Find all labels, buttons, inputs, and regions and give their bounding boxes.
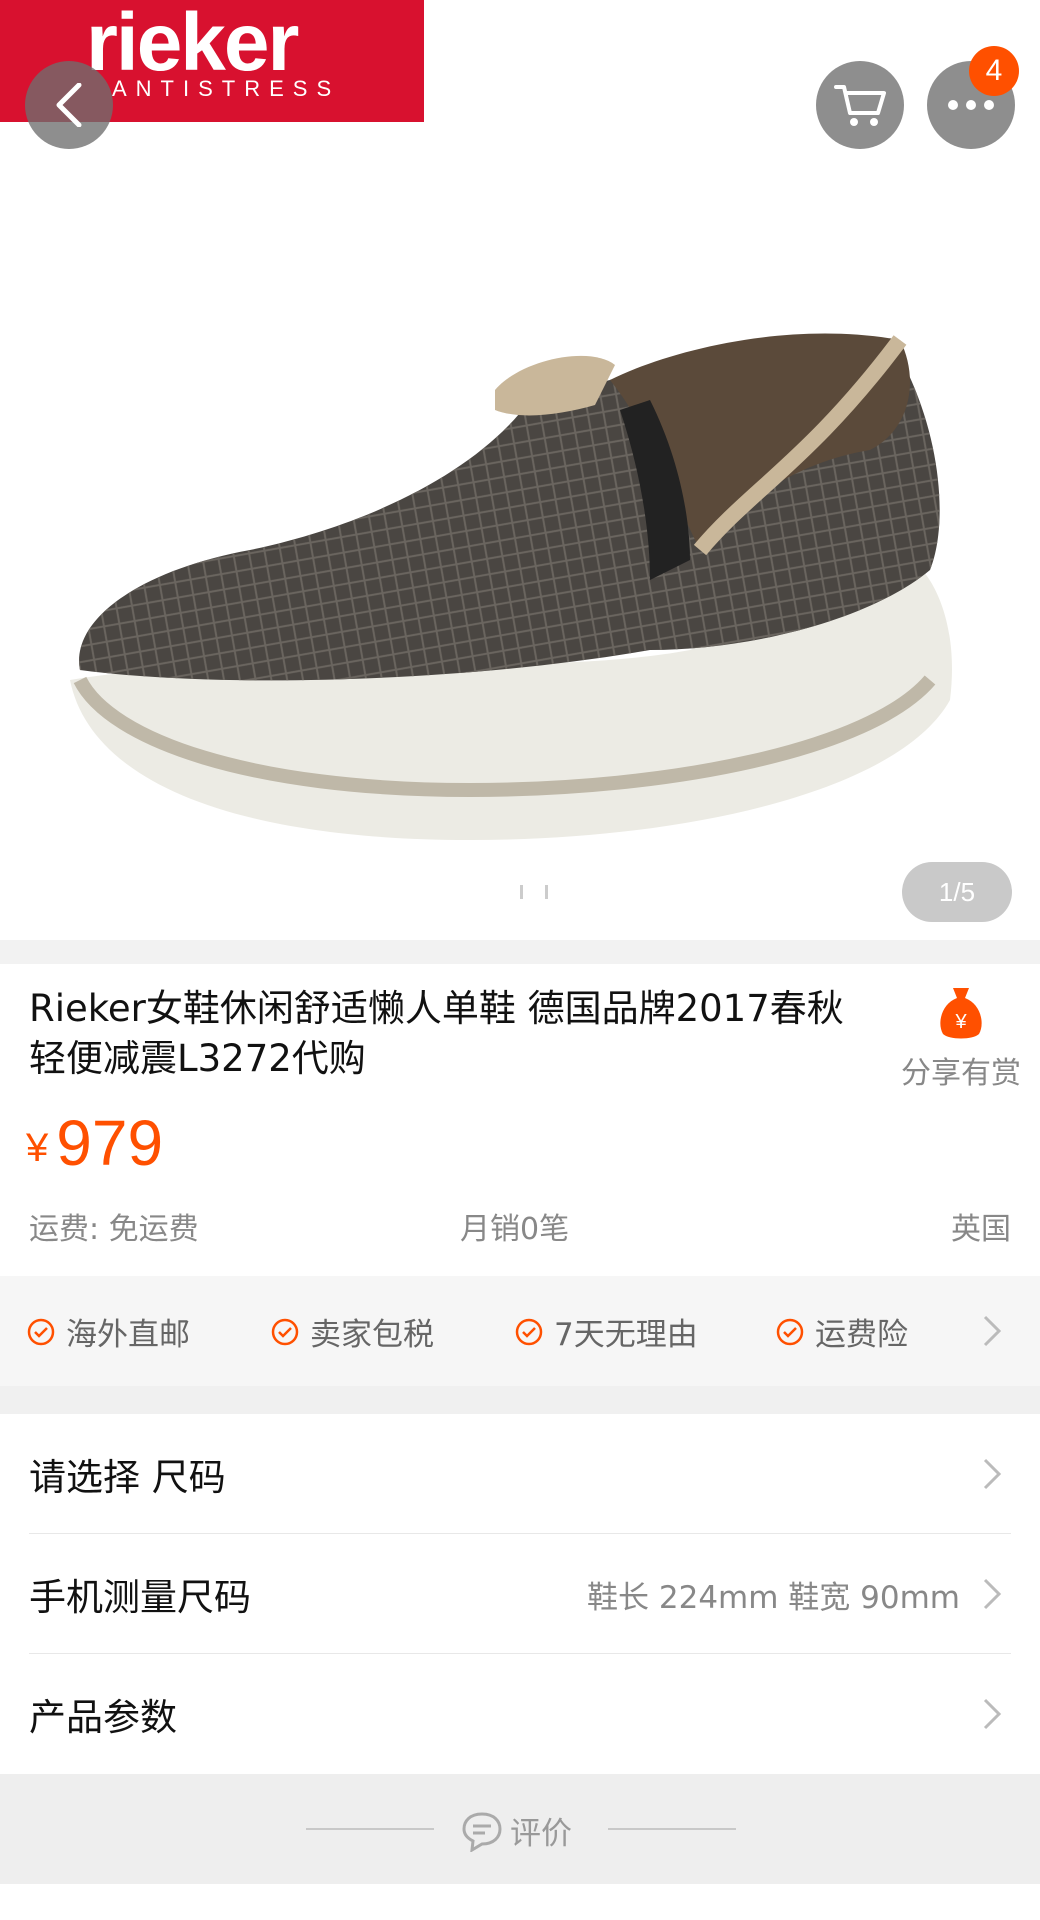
chevron-right-icon (983, 1315, 1002, 1347)
product-meta: 运费: 免运费 月销0笔 英国 (0, 1204, 1040, 1254)
back-button[interactable] (25, 61, 113, 149)
brand-name: rieker (86, 0, 299, 88)
monthly-sales: 月销0笔 (460, 1212, 570, 1247)
notification-badge: 4 (969, 46, 1019, 96)
select-size-row[interactable]: 请选择 尺码 (0, 1414, 1040, 1534)
product-title: Rieker女鞋休闲舒适懒人单鞋 德国品牌2017春秋轻便减震L3272代购 (29, 987, 844, 1080)
chevron-right-icon (983, 1698, 1002, 1730)
service-label: 卖家包税 (310, 1317, 434, 1353)
brand-tagline: ANTISTRESS (112, 76, 341, 101)
shipping-fee: 运费: 免运费 (29, 1212, 199, 1247)
more-icon (948, 100, 994, 110)
measure-size-row[interactable]: 手机测量尺码 鞋长 224mm 鞋宽 90mm (0, 1534, 1040, 1654)
divider (0, 940, 1040, 964)
price-currency: ¥ (26, 1126, 49, 1170)
page-bottom (0, 1884, 1040, 1920)
product-info: Rieker女鞋休闲舒适懒人单鞋 德国品牌2017春秋轻便减震L3272代购 ¥… (0, 964, 1040, 1276)
price-value: 979 (56, 1107, 164, 1179)
product-photo (70, 333, 952, 840)
service-item: 卖家包税 (270, 1309, 434, 1354)
chevron-right-icon (983, 1578, 1002, 1610)
divider (608, 1828, 736, 1830)
gallery-dots (520, 884, 570, 903)
share-button[interactable]: ¥ 分享有赏 (886, 984, 1036, 1092)
ship-origin: 英国 (951, 1212, 1011, 1247)
service-guarantees[interactable]: 海外直邮 卖家包税 7天无理由 运费险 (0, 1276, 1040, 1386)
review-heading: 评价 (460, 1808, 572, 1853)
share-label: 分享有赏 (901, 1056, 1021, 1091)
product-params-row[interactable]: 产品参数 (0, 1654, 1040, 1774)
service-label: 7天无理由 (554, 1317, 698, 1353)
service-item: 运费险 (775, 1309, 908, 1354)
product-image-gallery[interactable]: rieker ANTISTRESS 4 1/5 (0, 0, 1040, 960)
check-circle-icon (515, 1318, 543, 1345)
chevron-right-icon (983, 1458, 1002, 1490)
row-label: 请选择 尺码 (29, 1456, 226, 1499)
review-section-header[interactable]: 评价 (0, 1774, 1040, 1884)
back-icon (56, 83, 82, 127)
section-gap (0, 1386, 1040, 1414)
row-value: 鞋长 224mm 鞋宽 90mm (587, 1579, 960, 1616)
service-item: 7天无理由 (514, 1309, 698, 1354)
service-label: 运费险 (815, 1317, 908, 1353)
share-bag-icon: ¥ (940, 988, 982, 1039)
cart-button[interactable] (816, 61, 904, 149)
check-circle-icon (271, 1318, 299, 1345)
service-label: 海外直邮 (66, 1317, 190, 1353)
row-label: 手机测量尺码 (29, 1576, 251, 1619)
row-label: 产品参数 (29, 1696, 177, 1739)
review-label: 评价 (510, 1816, 572, 1852)
cart-icon (834, 85, 886, 126)
comment-icon (462, 1811, 502, 1852)
service-item: 海外直邮 (26, 1309, 190, 1354)
divider (306, 1828, 434, 1830)
svg-text:¥: ¥ (954, 1011, 967, 1033)
product-page: rieker ANTISTRESS 4 1/5 Rieker女鞋休闲舒适懒人单鞋… (0, 0, 1040, 1920)
option-list: 请选择 尺码 手机测量尺码 鞋长 224mm 鞋宽 90mm 产品参数 (0, 1414, 1040, 1774)
check-circle-icon (776, 1318, 804, 1345)
price: ¥979 (26, 1106, 163, 1180)
image-pager: 1/5 (902, 862, 1012, 922)
check-circle-icon (27, 1318, 55, 1345)
